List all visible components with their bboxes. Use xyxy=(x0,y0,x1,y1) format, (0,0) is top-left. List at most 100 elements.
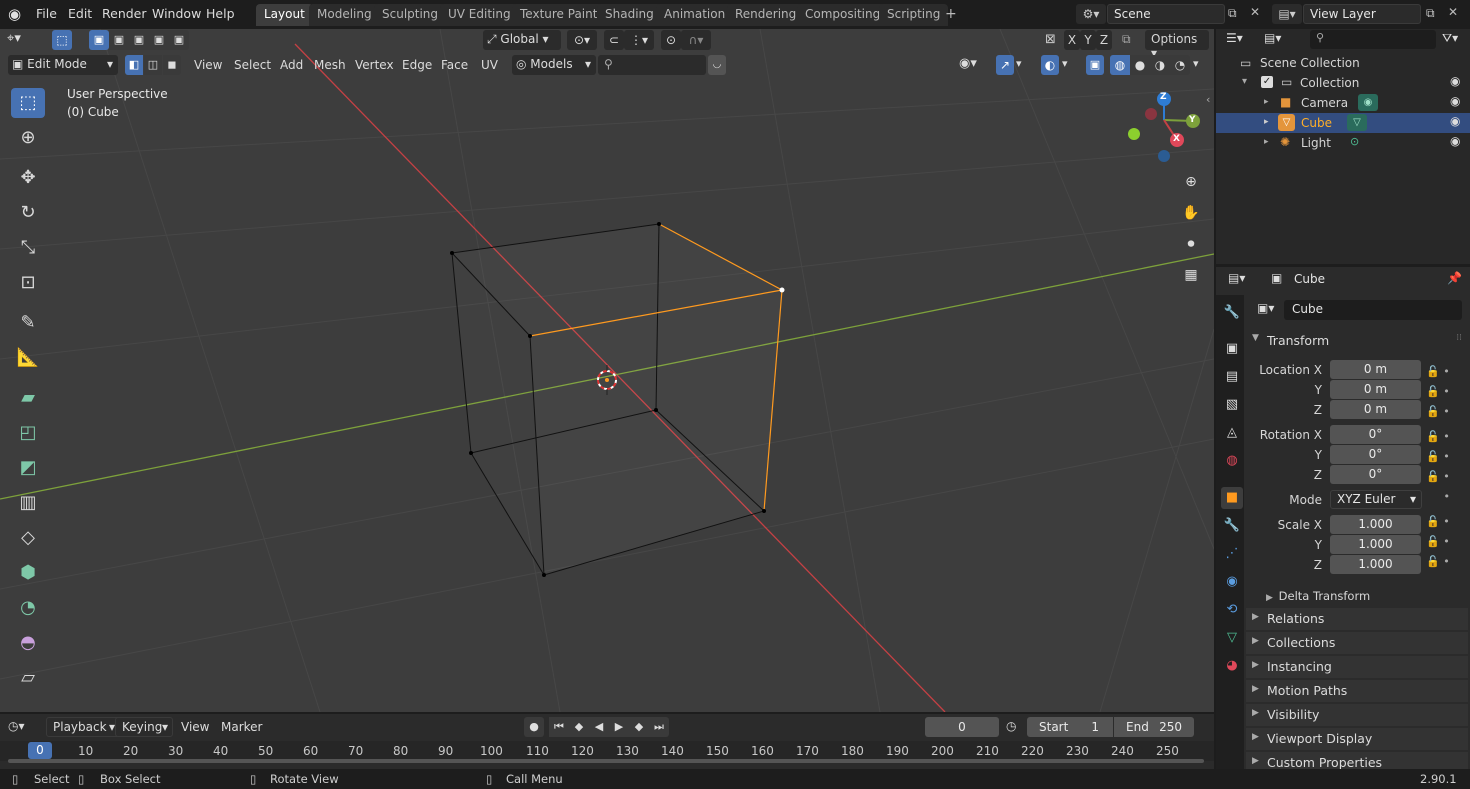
scene-selector-icon[interactable]: ⚙▾ xyxy=(1076,4,1106,24)
gizmo-toggle-icon[interactable]: ↗ xyxy=(996,55,1014,75)
collections-panel-header[interactable]: ▶ Collections xyxy=(1246,632,1468,654)
rotation-y-field[interactable]: 0° xyxy=(1330,445,1421,464)
3d-viewport[interactable] xyxy=(0,29,1214,712)
select-mode-extend-icon[interactable]: ▣ xyxy=(109,30,129,50)
overlays-toggle-icon[interactable]: ◐ xyxy=(1041,55,1059,75)
rotation-x-field[interactable]: 0° xyxy=(1330,425,1421,444)
lock-scale-z-icon[interactable]: 🔓 • xyxy=(1426,552,1466,572)
tab-layout[interactable]: Layout xyxy=(256,4,313,26)
select-box-tool-icon[interactable]: ⬚ xyxy=(11,88,45,118)
outliner-collection-row[interactable]: ▾ ✓ ▭ Collection ◉ xyxy=(1216,73,1470,93)
tab-scripting[interactable]: Scripting xyxy=(879,4,949,26)
menu-edge[interactable]: Edge xyxy=(402,58,432,72)
constraints-properties-tab-icon[interactable]: ⟲ xyxy=(1221,599,1243,621)
options-dropdown[interactable]: Options ▾ xyxy=(1145,30,1209,60)
menu-face[interactable]: Face xyxy=(441,58,468,72)
select-mode-intersect-icon[interactable]: ▣ xyxy=(169,30,189,50)
shear-tool-icon[interactable]: ▱ xyxy=(11,663,45,693)
select-mode-invert-icon[interactable]: ▣ xyxy=(149,30,169,50)
outliner-scene-collection-row[interactable]: ▭ Scene Collection xyxy=(1216,53,1470,73)
mirror-y-toggle[interactable]: Y xyxy=(1080,30,1096,50)
remove-scene-icon[interactable]: ✕ xyxy=(1250,5,1260,19)
object-data-selector-icon[interactable]: ▣▾ xyxy=(1257,301,1274,315)
start-frame-field[interactable]: Start 1 xyxy=(1027,717,1113,737)
menu-select[interactable]: Select xyxy=(234,58,271,72)
menu-vertex[interactable]: Vertex xyxy=(355,58,394,72)
expand-arrow-icon[interactable]: ▸ xyxy=(1264,137,1269,147)
menu-uv[interactable]: UV xyxy=(481,58,498,72)
outliner-cube-row[interactable]: ▸ ▽ Cube ▽ ◉ xyxy=(1216,113,1470,133)
proportional-falloff-icon[interactable]: ∩▾ xyxy=(681,30,711,50)
smooth-tool-icon[interactable]: ◓ xyxy=(11,628,45,658)
tab-compositing[interactable]: Compositing xyxy=(797,4,889,26)
blender-logo-icon[interactable]: ◉ xyxy=(8,5,28,23)
tab-sculpting[interactable]: Sculpting xyxy=(374,4,447,26)
menu-render[interactable]: Render xyxy=(102,6,147,21)
scale-z-field[interactable]: 1.000 xyxy=(1330,555,1421,574)
poly-build-tool-icon[interactable]: ⬢ xyxy=(11,558,45,588)
menu-add[interactable]: Add xyxy=(280,58,303,72)
knife-tool-icon[interactable]: ◇ xyxy=(11,523,45,553)
world-properties-tab-icon[interactable]: ◍ xyxy=(1221,450,1243,472)
edge-select-icon[interactable]: ◫ xyxy=(144,55,162,75)
viewport-search-input[interactable]: ⚲ xyxy=(598,55,706,75)
lock-location-y-icon[interactable]: 🔓 • xyxy=(1426,382,1466,402)
shading-dropdown-icon[interactable]: ▾ xyxy=(1193,57,1199,70)
view-layer-selector-icon[interactable]: ▤▾ xyxy=(1272,4,1302,24)
rotation-z-field[interactable]: 0° xyxy=(1330,465,1421,484)
jump-end-icon[interactable]: ⏭ xyxy=(649,717,669,737)
location-y-field[interactable]: 0 m xyxy=(1330,380,1421,399)
mesh-data-icon[interactable]: ▽ xyxy=(1347,114,1367,131)
select-mode-set-icon[interactable]: ▣ xyxy=(89,30,109,50)
measure-tool-icon[interactable]: 📐 xyxy=(11,343,45,373)
perspective-toggle-icon[interactable]: ▦ xyxy=(1180,264,1202,286)
rotate-tool-icon[interactable]: ↻ xyxy=(11,198,45,228)
spin-tool-icon[interactable]: ◔ xyxy=(11,593,45,623)
play-reverse-icon[interactable]: ◀ xyxy=(589,717,609,737)
shading-material-icon[interactable]: ◑ xyxy=(1150,55,1170,75)
lock-rotation-z-icon[interactable]: 🔓 • xyxy=(1426,467,1466,487)
tab-shading[interactable]: Shading xyxy=(597,4,662,26)
extrude-tool-icon[interactable]: ▰ xyxy=(11,383,45,413)
camera-view-icon[interactable]: ⏺ xyxy=(1180,233,1202,255)
custom-properties-panel-header[interactable]: ▶ Custom Properties xyxy=(1246,752,1468,769)
face-select-icon[interactable]: ◼ xyxy=(163,55,181,75)
mesh-data-tab-icon[interactable]: ▽ xyxy=(1221,627,1243,649)
lock-location-z-icon[interactable]: 🔓 • xyxy=(1426,402,1466,422)
collection-checkbox[interactable]: ✓ xyxy=(1261,76,1273,88)
auto-merge-icon[interactable]: ⧉ xyxy=(1122,32,1131,47)
keying-menu[interactable]: Keying ▾ xyxy=(115,717,173,737)
visibility-eye-icon[interactable]: ◉ xyxy=(1450,94,1460,108)
jump-prev-keyframe-icon[interactable]: ◆ xyxy=(569,717,589,737)
mirror-icon[interactable]: ⊠ xyxy=(1045,32,1056,47)
visibility-eye-icon[interactable]: ◉ xyxy=(1450,74,1460,88)
new-scene-icon[interactable]: ⧉ xyxy=(1228,6,1237,21)
scale-tool-icon[interactable]: ⤡ xyxy=(11,233,45,263)
menu-window[interactable]: Window xyxy=(152,6,201,21)
lock-rotation-y-icon[interactable]: 🔓 • xyxy=(1426,447,1466,467)
motion-paths-panel-header[interactable]: ▶ Motion Paths xyxy=(1246,680,1468,702)
lock-scale-x-icon[interactable]: 🔓 • xyxy=(1426,512,1466,532)
annotate-tool-icon[interactable]: ✎ xyxy=(11,308,45,338)
instancing-panel-header[interactable]: ▶ Instancing xyxy=(1246,656,1468,678)
vertex-select-icon[interactable]: ◧ xyxy=(125,55,143,75)
tool-properties-tab-icon[interactable]: 🔧 xyxy=(1221,302,1243,324)
playback-menu[interactable]: Playback ▾ xyxy=(46,717,120,737)
output-properties-tab-icon[interactable]: ▤ xyxy=(1221,366,1243,388)
snap-toggle-icon[interactable]: ⊂ xyxy=(604,30,624,50)
render-properties-tab-icon[interactable]: ▣ xyxy=(1221,338,1243,360)
physics-properties-tab-icon[interactable]: ◉ xyxy=(1221,571,1243,593)
gizmo-dropdown-icon[interactable]: ▾ xyxy=(1016,57,1022,70)
proportional-edit-icon[interactable]: ⊙ xyxy=(661,30,681,50)
cube-mesh[interactable] xyxy=(450,222,785,577)
rotation-mode-dropdown[interactable]: XYZ Euler ▾ xyxy=(1330,490,1422,509)
modifier-properties-tab-icon[interactable]: 🔧 xyxy=(1221,515,1243,537)
expand-arrow-icon[interactable]: ▸ xyxy=(1264,97,1269,107)
select-mode-subtract-icon[interactable]: ▣ xyxy=(129,30,149,50)
transform-orientation-dropdown[interactable]: ⤢ Global ▾ xyxy=(483,30,561,50)
shading-wireframe-icon[interactable]: ◍ xyxy=(1110,55,1130,75)
viewport-display-panel-header[interactable]: ▶ Viewport Display xyxy=(1246,728,1468,750)
tweak-tool-button[interactable]: ⬚ xyxy=(52,30,72,50)
xray-toggle-icon[interactable]: ▣ xyxy=(1086,55,1104,75)
location-x-field[interactable]: 0 m xyxy=(1330,360,1421,379)
